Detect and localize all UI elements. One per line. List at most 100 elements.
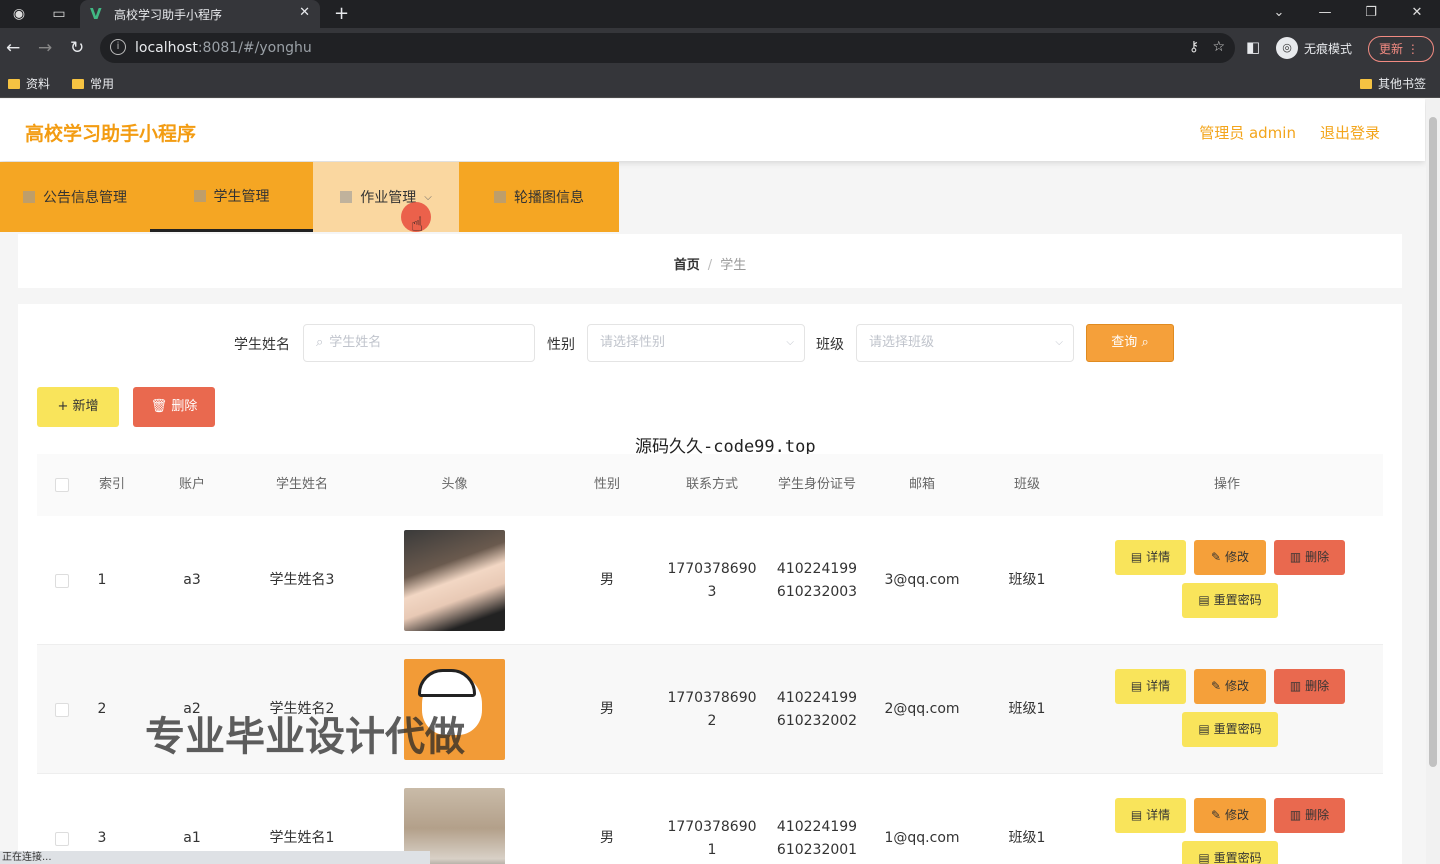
detail-label: 详情 [1146,808,1171,822]
reload-icon[interactable]: ↻ [70,38,84,58]
cell-class: 班级1 [1008,701,1046,717]
hand-cursor-icon: ☝ [411,212,424,236]
update-button[interactable]: 更新 ⋮ [1368,36,1434,62]
cell-phone: 17703786903 [667,560,757,600]
nav-students[interactable]: 学生管理 [150,162,313,232]
logout-link[interactable]: 退出登录 [1320,122,1380,143]
delete-button[interactable]: ▥ 删除 [1274,669,1345,704]
cell-email: 3@qq.com [884,572,960,588]
cell-account: a3 [183,572,201,588]
chevron-down-icon: ⌵ [424,191,432,203]
col-class: 班级 [1013,477,1040,492]
edit-button[interactable]: ✎ 修改 [1194,669,1266,704]
row-checkbox[interactable] [55,702,69,717]
edit-icon: ✎ [1211,679,1222,693]
tab-close-icon[interactable]: ✕ [299,5,310,20]
omnibox-actions: ⚷ ☆ [1189,39,1225,55]
doc-icon: ▤ [1130,679,1143,693]
nav-carousel[interactable]: 轮播图信息 [459,162,619,232]
tab-overview-icon[interactable]: ▭ [50,5,68,23]
update-label: 更新 [1379,42,1404,56]
folder-icon [1360,78,1372,89]
search-form: 学生姓名 ⌕ 学生姓名 性别 请选择性别 ⌵ 班级 请选择班级 ⌵ 查询 ⌕ [18,322,1402,364]
detail-button[interactable]: ▤ 详情 [1115,798,1186,833]
restore-icon[interactable]: ❐ [1348,0,1394,26]
row-actions: ▤ 详情 ✎ 修改 ▥ 删除 ▤ 重置密码 [1105,516,1355,645]
reset-password-button[interactable]: ▤ 重置密码 [1182,583,1278,618]
omnibox[interactable]: i localhost:8081/#/yonghu ⚷ ☆ [100,33,1235,63]
minimize-icon[interactable]: — [1302,0,1348,26]
select-all-checkbox[interactable] [55,478,69,492]
bookmark-label: 资料 [26,77,51,91]
col-idcard: 学生身份证号 [777,477,856,492]
nav-homework[interactable]: 作业管理 ⌵ ☝ [313,162,459,236]
reset-password-button[interactable]: ▤ 重置密码 [1182,841,1278,864]
key-icon[interactable]: ⚷ [1189,39,1199,55]
batch-delete-button[interactable]: 🗑 删除 [133,387,215,427]
cell-phone: 17703786901 [667,818,757,858]
incognito-indicator[interactable]: ◎ 无痕模式 [1276,35,1352,61]
cell-email: 2@qq.com [884,701,960,717]
detail-label: 详情 [1146,550,1171,564]
bookmark-label: 常用 [90,77,115,91]
reset-password-button[interactable]: ▤ 重置密码 [1182,712,1278,747]
forward-icon[interactable]: → [38,38,52,58]
row-actions: ▤ 详情 ✎ 修改 ▥ 删除 ▤ 重置密码 [1105,774,1355,864]
url-text[interactable]: localhost:8081/#/yonghu [135,40,312,56]
nav-label: 学生管理 [213,188,270,205]
row-checkbox-cell [47,645,77,774]
doc-icon: ▤ [1130,808,1143,822]
doc-icon: ▤ [1198,722,1210,736]
back-icon[interactable]: ← [6,38,20,58]
detail-button[interactable]: ▤ 详情 [1115,540,1186,575]
class-select[interactable]: 请选择班级 ⌵ [856,324,1074,362]
cell-class: 班级1 [1008,572,1046,588]
breadcrumb-home[interactable]: 首页 [674,258,700,273]
browser-tab[interactable]: V 高校学习助手小程序 ✕ [80,0,320,28]
row-checkbox[interactable] [55,573,69,588]
class-placeholder: 请选择班级 [869,335,935,350]
new-tab-icon[interactable]: + [334,3,349,24]
col-actions: 操作 [1213,477,1240,492]
row-checkbox[interactable] [55,831,69,846]
name-search-input[interactable]: ⌕ 学生姓名 [303,324,535,362]
detail-label: 详情 [1146,679,1171,693]
trash-icon: 🗑 [150,399,168,414]
close-window-icon[interactable]: ✕ [1394,0,1440,26]
incognito-label: 无痕模式 [1304,41,1353,56]
bookmark-folder-ziliao[interactable]: 资料 [8,75,50,92]
page-scrollbar[interactable] [1426,99,1440,864]
cell-email: 1@qq.com [884,830,960,846]
name-label: 学生姓名 [234,337,290,353]
other-bookmarks[interactable]: 其他书签 [1360,75,1426,92]
folder-icon [72,78,84,89]
nav-notice[interactable]: 公告信息管理 [0,162,150,232]
query-button[interactable]: 查询 ⌕ [1086,324,1174,362]
side-panel-icon[interactable]: ◧ [1246,38,1260,56]
gender-select[interactable]: 请选择性别 ⌵ [587,324,805,362]
folder-icon [8,78,20,89]
delete-label: 删除 [1305,808,1330,822]
add-button[interactable]: + 新增 [37,387,119,427]
bookmark-folder-changyong[interactable]: 常用 [72,75,114,92]
detail-button[interactable]: ▤ 详情 [1115,669,1186,704]
col-index: 索引 [98,477,125,492]
window-controls: ⌄ — ❐ ✕ [1256,0,1440,28]
reset-label: 重置密码 [1213,593,1262,607]
scrollbar-thumb[interactable] [1429,117,1437,767]
url-path: :8081/#/yonghu [197,40,312,56]
tab-title: 高校学习助手小程序 [114,8,223,22]
edit-icon: ✎ [1211,808,1222,822]
edit-button[interactable]: ✎ 修改 [1194,540,1266,575]
star-icon[interactable]: ☆ [1212,39,1225,55]
cell-gender: 男 [600,572,614,588]
edit-button[interactable]: ✎ 修改 [1194,798,1266,833]
site-info-icon[interactable]: i [110,39,126,55]
tab-search-icon[interactable]: ⌄ [1256,0,1302,26]
row-actions: ▤ 详情 ✎ 修改 ▥ 删除 ▤ 重置密码 [1105,645,1355,774]
book-icon [340,191,353,203]
delete-button[interactable]: ▥ 删除 [1274,540,1345,575]
cell-idcard: 410224199610232003 [776,560,858,600]
delete-button[interactable]: ▥ 删除 [1274,798,1345,833]
chevron-down-icon: ⌵ [786,337,794,348]
